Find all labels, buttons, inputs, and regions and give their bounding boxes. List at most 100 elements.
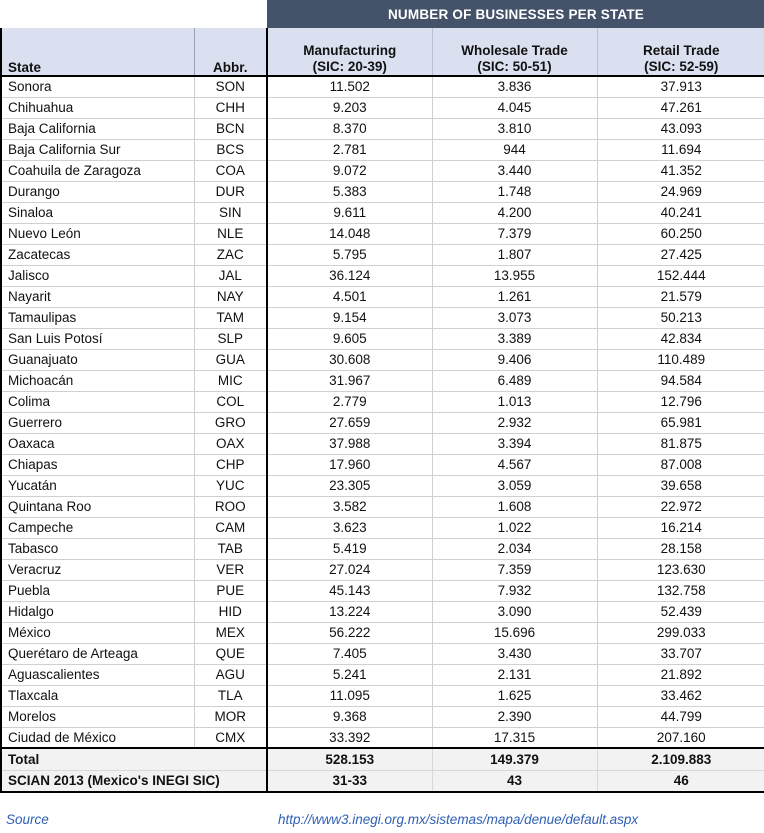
cell-state-abbr: JAL	[194, 265, 268, 287]
table-row: Coahuila de Zaragoza COA 9.072 3.440 41.352	[0, 160, 764, 182]
banner-row: NUMBER OF BUSINESSES PER STATE	[1, 0, 764, 28]
cell-state-name: Nayarit	[0, 286, 195, 308]
cell-wholesale: 7.932	[432, 580, 598, 602]
cell-state-abbr: SON	[194, 76, 268, 98]
cell-wholesale: 1.022	[432, 517, 598, 539]
cell-state-name: Ciudad de México	[0, 727, 195, 749]
cell-state-name: Coahuila de Zaragoza	[0, 160, 195, 182]
table-row: Hidalgo HID 13.224 3.090 52.439	[0, 601, 764, 623]
cell-state-abbr: COL	[194, 391, 268, 413]
cell-state-abbr: SLP	[194, 328, 268, 350]
header-retail-title: Retail Trade	[642, 43, 720, 58]
cell-state-abbr: HID	[194, 601, 268, 623]
header-retail: Retail Trade (SIC: 52-59)	[597, 28, 764, 77]
cell-retail: 207.160	[597, 727, 764, 749]
total-retail: 2.109.883	[597, 748, 764, 771]
cell-state-name: Michoacán	[0, 370, 195, 392]
cell-manufacturing: 3.623	[267, 517, 433, 539]
cell-manufacturing: 2.779	[267, 391, 433, 413]
table-row: Campeche CAM 3.623 1.022 16.214	[0, 517, 764, 539]
table-row: Ciudad de México CMX 33.392 17.315 207.160	[0, 727, 764, 749]
cell-state-name: Baja California Sur	[0, 139, 195, 161]
cell-state-name: Yucatán	[0, 475, 195, 497]
cell-manufacturing: 13.224	[267, 601, 433, 623]
cell-state-abbr: PUE	[194, 580, 268, 602]
cell-retail: 40.241	[597, 202, 764, 224]
source-row: Source http://www3.inegi.org.mx/sistemas…	[0, 793, 764, 833]
cell-wholesale: 3.073	[432, 307, 598, 329]
cell-state-name: Campeche	[0, 517, 195, 539]
total-wholesale: 149.379	[432, 748, 598, 771]
header-retail-sic: (SIC: 52-59)	[644, 59, 719, 74]
cell-state-abbr: COA	[194, 160, 268, 182]
table-row: Durango DUR 5.383 1.748 24.969	[0, 181, 764, 203]
header-abbr: Abbr.	[194, 28, 268, 77]
cell-state-abbr: BCS	[194, 139, 268, 161]
cell-retail: 41.352	[597, 160, 764, 182]
cell-wholesale: 15.696	[432, 622, 598, 644]
cell-state-name: Quintana Roo	[0, 496, 195, 518]
scian-manufacturing: 31-33	[267, 770, 433, 793]
cell-wholesale: 2.932	[432, 412, 598, 434]
cell-manufacturing: 9.611	[267, 202, 433, 224]
cell-state-name: Baja California	[0, 118, 195, 140]
cell-state-name: Sinaloa	[0, 202, 195, 224]
cell-retail: 44.799	[597, 706, 764, 728]
table-row: Colima COL 2.779 1.013 12.796	[0, 391, 764, 413]
cell-retail: 12.796	[597, 391, 764, 413]
header-manufacturing-title: Manufacturing	[303, 43, 397, 58]
scian-retail: 46	[597, 770, 764, 793]
cell-wholesale: 3.389	[432, 328, 598, 350]
cell-wholesale: 3.440	[432, 160, 598, 182]
cell-state-name: Aguascalientes	[0, 664, 195, 686]
table-row: Nuevo León NLE 14.048 7.379 60.250	[0, 223, 764, 245]
total-row: Total 528.153 149.379 2.109.883	[0, 748, 764, 771]
cell-wholesale: 1.748	[432, 181, 598, 203]
cell-wholesale: 17.315	[432, 727, 598, 749]
cell-wholesale: 7.379	[432, 223, 598, 245]
cell-state-name: Veracruz	[0, 559, 195, 581]
table-row: Aguascalientes AGU 5.241 2.131 21.892	[0, 664, 764, 686]
cell-manufacturing: 56.222	[267, 622, 433, 644]
cell-wholesale: 9.406	[432, 349, 598, 371]
cell-retail: 22.972	[597, 496, 764, 518]
cell-manufacturing: 9.368	[267, 706, 433, 728]
cell-wholesale: 2.131	[432, 664, 598, 686]
cell-state-abbr: ROO	[194, 496, 268, 518]
table-row: México MEX 56.222 15.696 299.033	[0, 622, 764, 644]
cell-retail: 43.093	[597, 118, 764, 140]
cell-wholesale: 3.836	[432, 76, 598, 98]
businesses-per-state-table: NUMBER OF BUSINESSES PER STATE State Abb…	[0, 0, 764, 793]
table-row: Nayarit NAY 4.501 1.261 21.579	[0, 286, 764, 308]
cell-retail: 65.981	[597, 412, 764, 434]
table-row: Yucatán YUC 23.305 3.059 39.658	[0, 475, 764, 497]
cell-wholesale: 2.034	[432, 538, 598, 560]
cell-wholesale: 944	[432, 139, 598, 161]
cell-manufacturing: 33.392	[267, 727, 433, 749]
cell-state-name: Tabasco	[0, 538, 195, 560]
cell-manufacturing: 2.781	[267, 139, 433, 161]
cell-state-abbr: QUE	[194, 643, 268, 665]
cell-state-name: Puebla	[0, 580, 195, 602]
header-abbr-label: Abbr.	[212, 60, 248, 75]
source-url-link[interactable]: http://www3.inegi.org.mx/sistemas/mapa/d…	[193, 812, 764, 827]
table-row: Oaxaca OAX 37.988 3.394 81.875	[0, 433, 764, 455]
header-manufacturing-sic: (SIC: 20-39)	[312, 59, 387, 74]
cell-state-name: Colima	[0, 391, 195, 413]
cell-retail: 87.008	[597, 454, 764, 476]
cell-retail: 28.158	[597, 538, 764, 560]
cell-state-name: Morelos	[0, 706, 195, 728]
cell-wholesale: 1.261	[432, 286, 598, 308]
cell-state-abbr: TLA	[194, 685, 268, 707]
cell-state-abbr: YUC	[194, 475, 268, 497]
cell-retail: 299.033	[597, 622, 764, 644]
cell-manufacturing: 9.605	[267, 328, 433, 350]
column-header-row: State Abbr. Manufacturing (SIC: 20-39) W…	[0, 28, 764, 77]
cell-state-name: México	[0, 622, 195, 644]
cell-retail: 94.584	[597, 370, 764, 392]
cell-state-abbr: BCN	[194, 118, 268, 140]
table-row: Zacatecas ZAC 5.795 1.807 27.425	[0, 244, 764, 266]
table-row: Baja California BCN 8.370 3.810 43.093	[0, 118, 764, 140]
cell-wholesale: 6.489	[432, 370, 598, 392]
header-wholesale-title: Wholesale Trade	[461, 43, 568, 58]
